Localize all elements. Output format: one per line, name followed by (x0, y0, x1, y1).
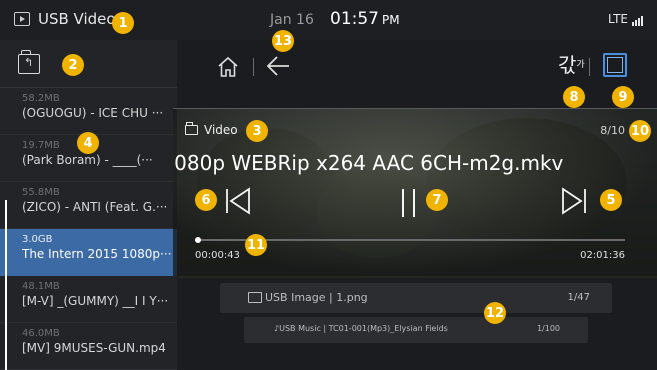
back-arrow-icon[interactable] (265, 54, 291, 78)
file-name: (OGUOGU) - ICE CHU ··· (22, 106, 164, 120)
player-title: The Intern 2015 1080p WEBRip x264 AAC 6C… (173, 151, 657, 175)
usb-image-label: USB Image | 1.png (265, 291, 368, 304)
list-item[interactable]: 55.8MB (ZICO) - ANTI (Feat. G.··· (0, 182, 177, 229)
network-label: LTE (608, 12, 628, 26)
toolbar-divider (253, 58, 254, 76)
usb-music-card[interactable]: ♪USB Music | TC01-001(Mp3)_Elysian Field… (244, 317, 588, 343)
language-label: 갃 (558, 53, 577, 77)
file-size: 3.0GB (22, 234, 53, 245)
status-time-value: 01:57 (330, 9, 379, 29)
file-name: [MV] 9MUSES-GUN.mp4 (22, 341, 166, 355)
file-size: 55.8MB (22, 187, 60, 198)
image-folder-icon (248, 292, 262, 303)
sidebar-header: ↰ (0, 40, 177, 88)
file-size: 19.7MB (22, 140, 60, 151)
total-duration: 02:01:36 (580, 250, 625, 261)
language-sub: 가 (576, 60, 585, 70)
list-item-selected[interactable]: 3.0GB The Intern 2015 1080p··· (0, 229, 177, 276)
status-time-ampm: PM (382, 13, 400, 27)
annotation-badge: 10 (629, 120, 651, 142)
annotation-badge: 7 (426, 189, 448, 211)
video-file-icon (14, 12, 30, 26)
file-name: (Park Boram) - ____(··· (22, 153, 153, 167)
player-folder-label: Video (204, 123, 238, 137)
network-indicator: LTE (608, 12, 643, 26)
previous-track-icon[interactable] (225, 187, 251, 215)
toolbar-divider (589, 58, 590, 76)
list-item[interactable]: 48.1MB [M-V] _(GUMMY) __I I Y··· (0, 276, 177, 323)
usb-music-count: 1/100 (536, 324, 560, 333)
file-name: (ZICO) - ANTI (Feat. G.··· (22, 200, 168, 214)
annotation-badge: 9 (612, 86, 634, 108)
annotation-badge: 5 (600, 189, 622, 211)
file-size: 46.0MB (22, 328, 60, 339)
toolbar: 갃가 (177, 40, 657, 92)
list-item[interactable]: 58.2MB (OGUOGU) - ICE CHU ··· (0, 88, 177, 135)
fullscreen-icon[interactable] (603, 53, 627, 77)
usb-image-card[interactable]: USB Image | 1.png 1/47 (220, 283, 612, 313)
status-bar: USB Video Jan 16 01:57 PM LTE (0, 0, 657, 40)
file-list-sidebar: ↰ 58.2MB (OGUOGU) - ICE CHU ··· 19.7MB (… (0, 40, 177, 370)
app-title-group: USB Video (14, 10, 116, 28)
folder-icon (185, 122, 198, 135)
progress-handle[interactable] (194, 237, 201, 243)
file-name: [M-V] _(GUMMY) __I I Y··· (22, 294, 169, 308)
usb-image-count: 1/47 (567, 292, 590, 303)
status-time: 01:57 PM (330, 9, 400, 29)
home-icon[interactable] (217, 56, 239, 78)
annotation-badge: 4 (77, 132, 99, 154)
file-name: The Intern 2015 1080p··· (22, 247, 172, 261)
player-folder: Video (185, 122, 238, 137)
next-track-icon[interactable] (561, 187, 587, 215)
usb-image-label-group: USB Image | 1.png (248, 291, 368, 304)
annotation-badge: 11 (245, 234, 267, 256)
elapsed-time: 00:00:43 (195, 250, 240, 261)
file-size: 48.1MB (22, 281, 60, 292)
folder-up-icon[interactable]: ↰ (18, 50, 40, 74)
annotation-badge: 3 (246, 120, 268, 142)
file-size: 58.2MB (22, 93, 60, 104)
player-title-text: The Intern 2015 1080p WEBRip x264 AAC 6C… (173, 151, 564, 175)
pause-icon[interactable] (399, 189, 419, 217)
usb-music-label-group: ♪USB Music | TC01-001(Mp3)_Elysian Field… (274, 324, 448, 333)
usb-music-label: USB Music | TC01-001(Mp3)_Elysian Fields (279, 324, 448, 333)
sidebar-scrollbar[interactable] (5, 200, 7, 370)
annotation-badge: 13 (272, 30, 294, 52)
annotation-badge: 2 (62, 54, 84, 76)
list-item[interactable]: 46.0MB [MV] 9MUSES-GUN.mp4 (0, 323, 177, 370)
signal-bars-icon (632, 16, 643, 26)
track-count: 8/10 (600, 124, 625, 137)
app-title: USB Video (38, 10, 116, 28)
annotation-badge: 1 (112, 12, 134, 34)
annotation-badge: 6 (195, 189, 217, 211)
annotation-badge: 12 (484, 302, 506, 324)
annotation-badge: 8 (563, 86, 585, 108)
language-toggle-button[interactable]: 갃가 (558, 53, 585, 77)
status-date: Jan 16 (270, 12, 314, 28)
